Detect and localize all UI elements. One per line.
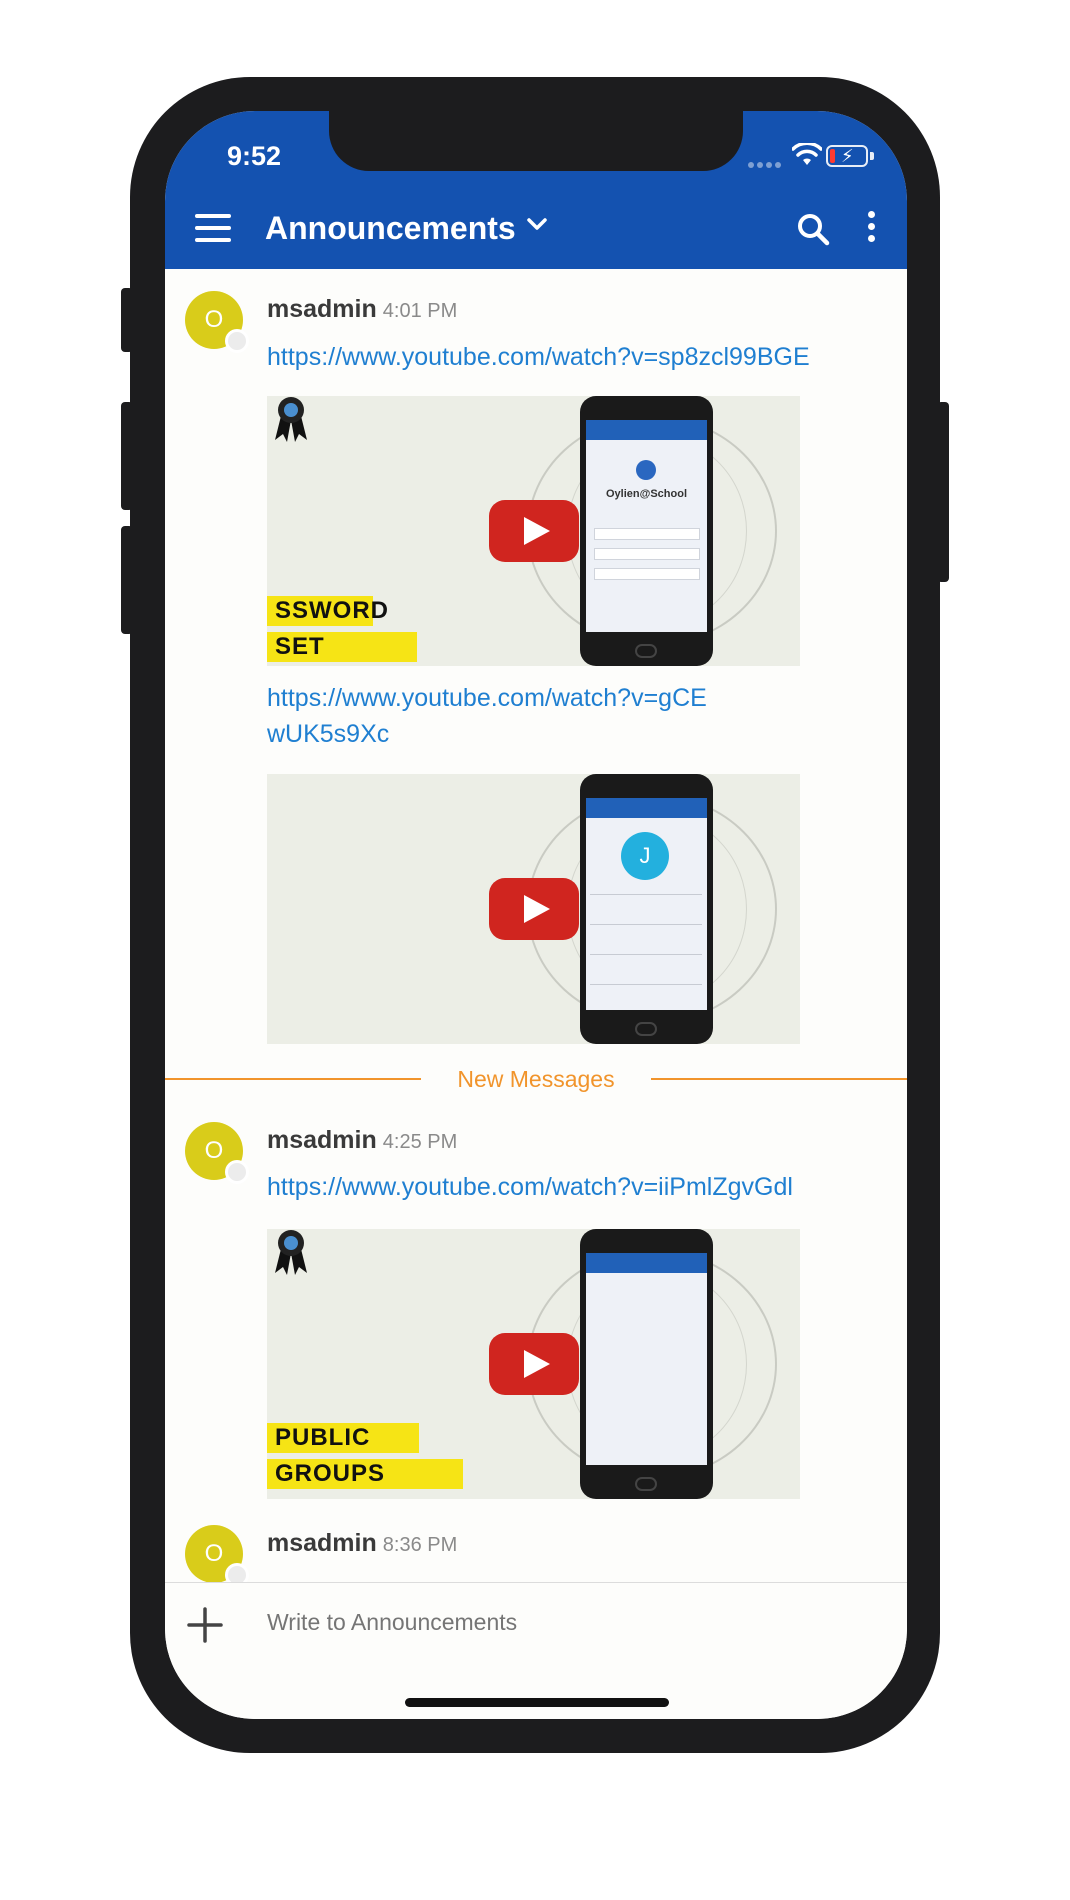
username-text: msadmin <box>267 1126 377 1154</box>
battery-cap <box>870 152 874 160</box>
thumbnail-banner: SET <box>267 632 417 662</box>
thumbnail-banner: GROUPS <box>267 1459 463 1489</box>
channel-title[interactable]: Announcements <box>265 210 516 247</box>
home-indicator[interactable] <box>405 1698 669 1707</box>
profile-avatar: J <box>621 832 669 880</box>
play-button-icon[interactable] <box>489 500 579 562</box>
message-time: 4:25 PM <box>382 1131 458 1153</box>
status-icons: ⚡ <box>748 143 878 169</box>
plus-icon[interactable] <box>185 1605 225 1645</box>
username-text: msadmin <box>267 1529 377 1557</box>
status-time: 9:52 <box>227 141 282 171</box>
message-username[interactable]: msadmin 8:36 PM <box>267 1529 457 1558</box>
video-thumbnail[interactable]: SSWORD SET Oylien@School <box>267 396 800 666</box>
message-composer <box>165 1582 907 1719</box>
thumbnail-banner: PUBLIC <box>267 1423 419 1453</box>
message-input[interactable] <box>267 1609 867 1636</box>
wifi-icon <box>792 143 822 165</box>
battery-icon: ⚡ <box>826 145 868 167</box>
app-header: 9:52 ⚡ Announcements <box>165 111 907 269</box>
youtube-link[interactable]: https://www.youtube.com/watch?v=gCEwUK5s… <box>267 680 707 752</box>
school-logo-icon <box>636 460 656 480</box>
search-icon[interactable] <box>796 212 830 246</box>
chevron-down-icon[interactable] <box>527 218 547 232</box>
message-list[interactable]: O msadmin 4:01 PM https://www.youtube.com… <box>165 269 907 1582</box>
new-messages-divider: New Messages <box>165 1066 907 1096</box>
award-ribbon-icon <box>275 397 307 442</box>
youtube-link[interactable]: https://www.youtube.com/watch?v=iiPmlZgv… <box>267 1169 887 1205</box>
thumbnail-banner: SSWORD <box>267 596 388 626</box>
message-time: 4:01 PM <box>382 300 458 322</box>
award-ribbon-icon <box>275 1230 307 1275</box>
presence-indicator <box>225 1563 249 1582</box>
play-button-icon[interactable] <box>489 878 579 940</box>
username-text: msadmin <box>267 295 377 323</box>
youtube-link[interactable]: https://www.youtube.com/watch?v=sp8zcl99… <box>267 339 887 375</box>
more-options-icon[interactable] <box>868 211 876 245</box>
message-time: 8:36 PM <box>382 1534 458 1556</box>
notch <box>329 111 743 171</box>
message-username[interactable]: msadmin 4:01 PM <box>267 295 457 324</box>
video-thumbnail[interactable]: PUBLIC GROUPS <box>267 1229 800 1499</box>
presence-indicator <box>225 1160 249 1184</box>
menu-icon[interactable] <box>195 214 231 242</box>
message-username[interactable]: msadmin 4:25 PM <box>267 1126 457 1155</box>
signal-icon <box>748 155 784 173</box>
play-button-icon[interactable] <box>489 1333 579 1395</box>
video-thumbnail[interactable]: J <box>267 774 800 1044</box>
thumbnail-app-name: Oylien@School <box>605 488 688 500</box>
phone-screen: 9:52 ⚡ Announcements O msadmin 4:01 PM h… <box>165 111 907 1719</box>
presence-indicator <box>225 329 249 353</box>
